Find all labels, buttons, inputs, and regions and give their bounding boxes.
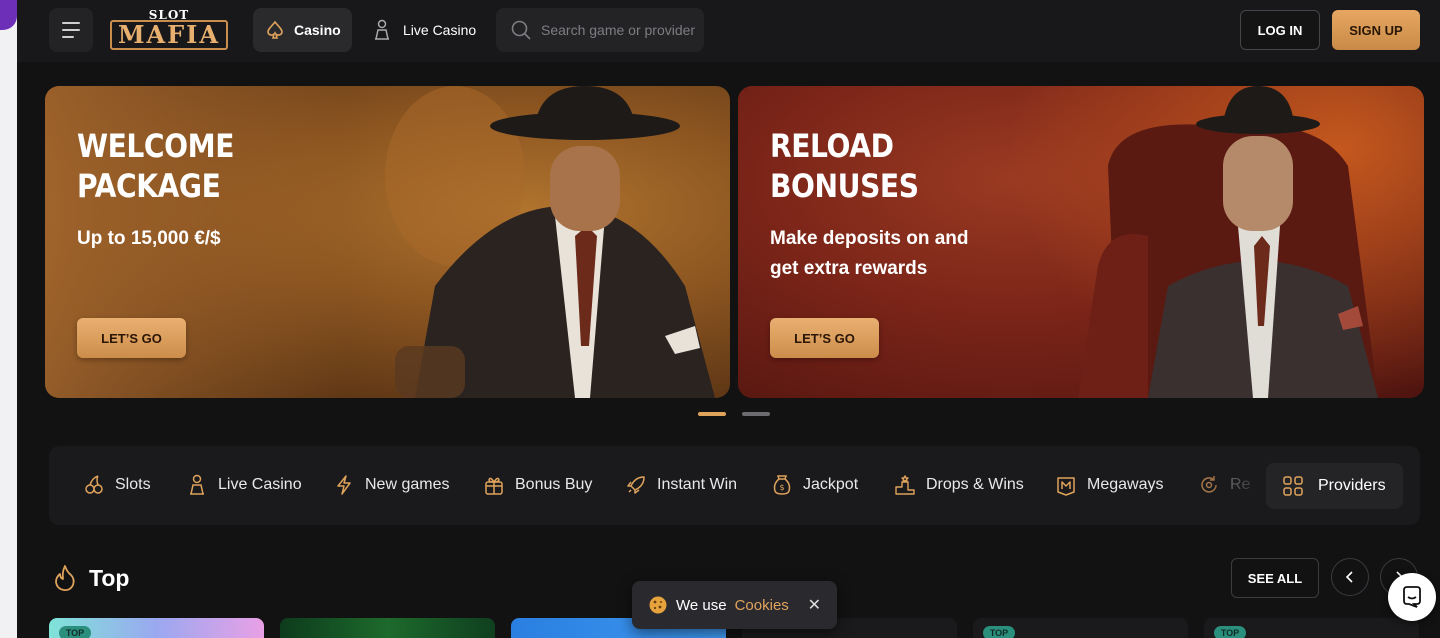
top-badge: TOP bbox=[1214, 626, 1246, 638]
prev-arrow-button[interactable] bbox=[1331, 558, 1369, 596]
gift-icon bbox=[485, 477, 503, 495]
chat-icon bbox=[1403, 586, 1421, 608]
rocket-icon bbox=[627, 476, 645, 494]
welcome-package-banner[interactable]: WELCOME PACKAGE Up to 15,000 €/$ LET’S G… bbox=[45, 86, 730, 398]
cookies-link[interactable]: Cookies bbox=[735, 597, 789, 614]
nav-casino-label: Casino bbox=[294, 22, 341, 38]
spade-icon bbox=[267, 20, 283, 39]
banner-title-line1: WELCOME bbox=[77, 127, 235, 165]
dealer-icon bbox=[375, 19, 389, 40]
category-jackpot[interactable]: $ Jackpot bbox=[771, 474, 858, 496]
section-title-text: Top bbox=[89, 564, 130, 591]
casino-app: SLOT MAFIA Casino Live Casino Search gam… bbox=[17, 0, 1440, 638]
m-badge-icon bbox=[1057, 477, 1075, 496]
see-all-button[interactable]: SEE ALL bbox=[1231, 558, 1319, 598]
svg-text:$: $ bbox=[779, 483, 784, 492]
banner-title-line2: PACKAGE bbox=[77, 167, 221, 205]
slot-mafia-logo[interactable]: SLOT MAFIA bbox=[110, 8, 228, 52]
banner-title-line2: BONUSES bbox=[770, 167, 919, 205]
category-label: Instant Win bbox=[657, 476, 738, 493]
browser-edge bbox=[0, 0, 17, 638]
logo-big-text: MAFIA bbox=[110, 20, 228, 50]
support-chat-button[interactable] bbox=[1388, 573, 1436, 621]
nav-live-casino[interactable]: Live Casino bbox=[372, 8, 476, 52]
search-input[interactable]: Search game or provider bbox=[496, 8, 704, 52]
category-label: New games bbox=[365, 476, 450, 493]
top-header: SLOT MAFIA Casino Live Casino Search gam… bbox=[17, 0, 1440, 62]
mafia-man-illustration bbox=[385, 86, 715, 398]
search-icon bbox=[511, 20, 531, 40]
podium-icon bbox=[895, 475, 915, 495]
scroll-fade bbox=[1209, 446, 1269, 525]
cookie-text: We use bbox=[676, 596, 727, 614]
dealer-icon bbox=[190, 474, 204, 495]
top-badge: TOP bbox=[59, 626, 91, 638]
signup-button[interactable]: SIGN UP bbox=[1332, 10, 1420, 50]
nav-casino[interactable]: Casino bbox=[253, 8, 352, 52]
category-bonus-buy[interactable]: Bonus Buy bbox=[483, 474, 592, 496]
banner-subtitle: Up to 15,000 €/$ bbox=[77, 228, 221, 249]
category-instant-win[interactable]: Instant Win bbox=[625, 474, 737, 496]
category-label: Drops & Wins bbox=[926, 476, 1024, 493]
top-section-title: Top bbox=[53, 564, 129, 592]
lightning-icon bbox=[337, 475, 351, 495]
category-label: Jackpot bbox=[803, 476, 859, 493]
category-label: Slots bbox=[115, 476, 151, 493]
browser-edge-accent bbox=[0, 0, 17, 30]
category-bar: Slots Live Casino New games Bonus Buy In… bbox=[49, 446, 1420, 525]
carousel-dots bbox=[698, 412, 770, 416]
menu-line-icon bbox=[62, 36, 74, 38]
mafia-man-armchair-illustration bbox=[1078, 86, 1378, 398]
cherries-icon bbox=[85, 475, 103, 494]
hamburger-menu-button[interactable] bbox=[49, 8, 93, 52]
banner-title: WELCOME PACKAGE bbox=[77, 126, 234, 206]
lets-go-button[interactable]: LET’S GO bbox=[770, 318, 879, 358]
cookie-icon bbox=[649, 596, 667, 614]
fire-icon bbox=[55, 565, 75, 592]
category-drops-wins[interactable]: Drops & Wins bbox=[894, 474, 1024, 496]
top-badge: TOP bbox=[983, 626, 1015, 638]
carousel-dot-active[interactable] bbox=[698, 412, 726, 416]
banner-title: RELOAD BONUSES bbox=[770, 126, 919, 206]
providers-button[interactable]: Providers bbox=[1266, 463, 1403, 509]
banner-title-line1: RELOAD bbox=[770, 127, 894, 165]
providers-label: Providers bbox=[1318, 477, 1386, 494]
category-live-casino[interactable]: Live Casino bbox=[186, 474, 302, 496]
chevron-left-icon bbox=[1345, 571, 1353, 583]
money-bag-icon: $ bbox=[773, 475, 791, 495]
nav-live-casino-label: Live Casino bbox=[403, 22, 477, 38]
reload-bonuses-banner[interactable]: RELOAD BONUSES Make deposits on and get … bbox=[738, 86, 1424, 398]
cookie-banner: We use Cookies ✕ bbox=[632, 581, 837, 629]
menu-line-icon bbox=[62, 22, 80, 24]
lets-go-button[interactable]: LET’S GO bbox=[77, 318, 186, 358]
game-card[interactable] bbox=[280, 618, 495, 638]
grid-icon bbox=[1283, 476, 1303, 496]
category-label: Bonus Buy bbox=[515, 476, 593, 493]
search-placeholder: Search game or provider bbox=[541, 22, 696, 38]
menu-line-icon bbox=[62, 29, 80, 31]
category-slots[interactable]: Slots bbox=[83, 474, 151, 496]
carousel-dot[interactable] bbox=[742, 412, 770, 416]
banner-subtitle: Make deposits on and get extra rewards bbox=[770, 228, 969, 279]
category-label: Megaways bbox=[1087, 476, 1164, 493]
category-megaways[interactable]: Megaways bbox=[1055, 474, 1163, 496]
login-button[interactable]: LOG IN bbox=[1240, 10, 1320, 50]
category-label: Live Casino bbox=[218, 476, 302, 493]
category-new-games[interactable]: New games bbox=[333, 474, 449, 496]
close-icon[interactable]: ✕ bbox=[808, 595, 821, 615]
